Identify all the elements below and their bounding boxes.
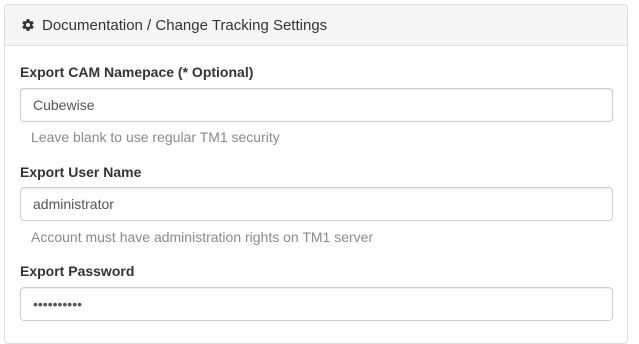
password-input[interactable] (20, 287, 613, 321)
cam-namespace-help: Leave blank to use regular TM1 security (31, 129, 280, 145)
cam-namespace-group: Export CAM Namepace (* Optional) Leave b… (20, 46, 613, 145)
user-name-label: Export User Name (20, 164, 142, 180)
password-label: Export Password (20, 263, 135, 279)
cam-namespace-label: Export CAM Namepace (* Optional) (20, 64, 254, 80)
panel-body: Export CAM Namepace (* Optional) Leave b… (5, 46, 627, 321)
panel-heading: Documentation / Change Tracking Settings (5, 5, 627, 46)
cam-namespace-input[interactable] (20, 88, 613, 122)
password-group: Export Password (20, 245, 613, 321)
panel-title: Documentation / Change Tracking Settings (42, 16, 328, 34)
settings-panel: Documentation / Change Tracking Settings… (4, 4, 628, 344)
user-name-group: Export User Name Account must have admin… (20, 145, 613, 245)
gear-icon (21, 18, 35, 32)
user-name-input[interactable] (20, 187, 613, 221)
user-name-help: Account must have administration rights … (31, 229, 374, 245)
